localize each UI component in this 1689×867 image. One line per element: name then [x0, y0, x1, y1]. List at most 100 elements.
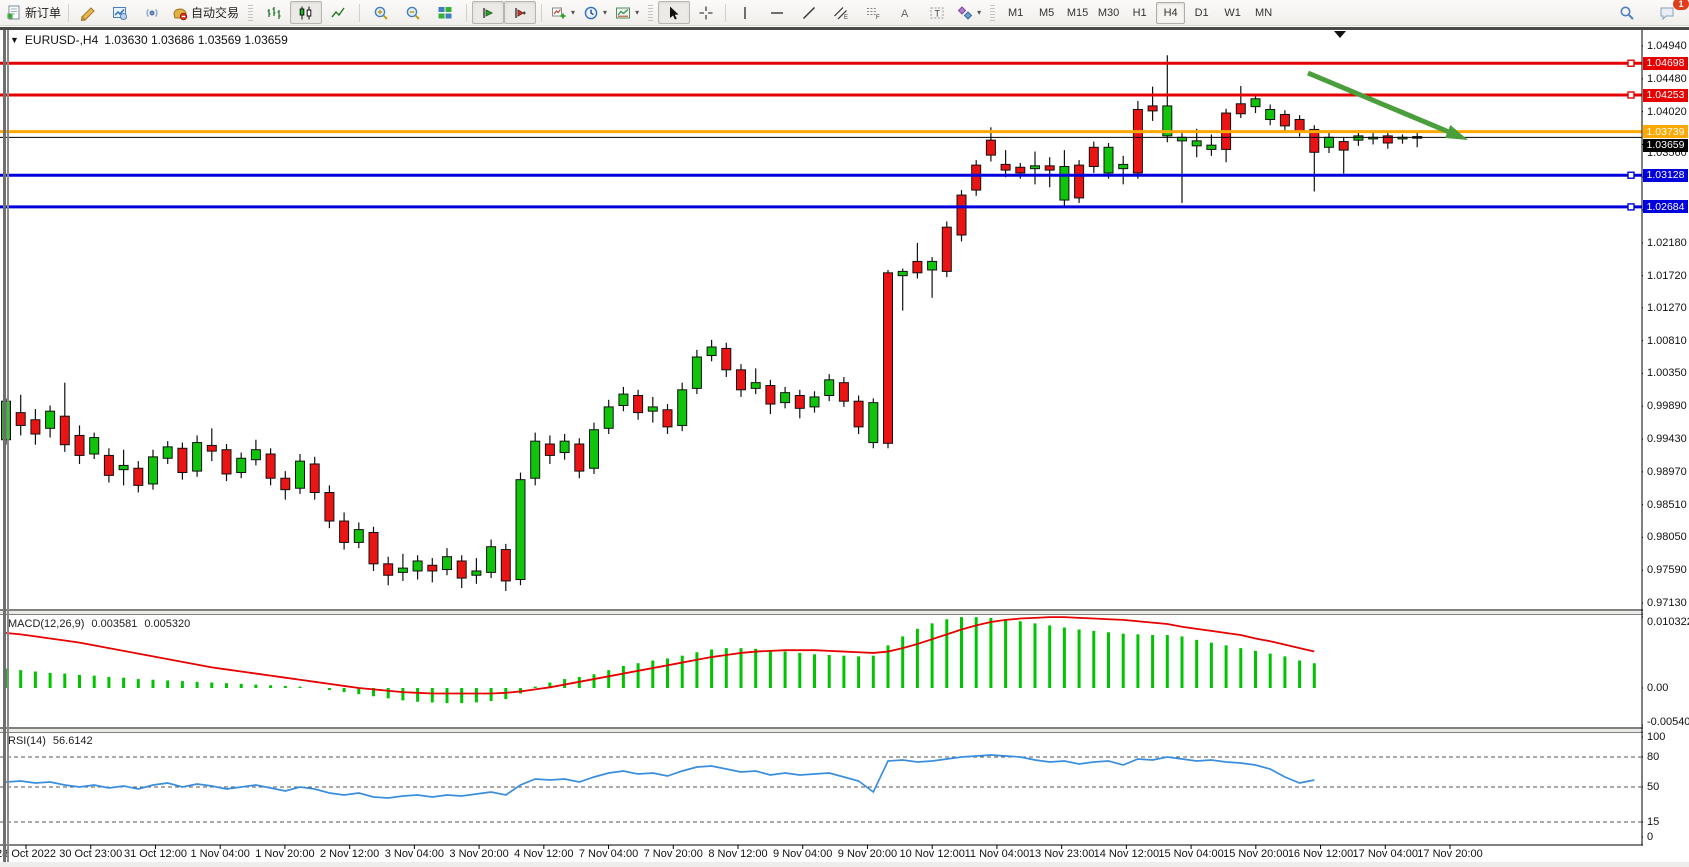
candlestick-chart-button[interactable]	[290, 1, 322, 24]
timeframe-button-M1[interactable]: M1	[1001, 2, 1030, 24]
search-button[interactable]	[1611, 1, 1643, 24]
chart-shift-marker[interactable]	[1334, 31, 1346, 38]
macd-signal-value: 0.005320	[144, 618, 190, 630]
rsi-name: RSI(14)	[8, 735, 46, 747]
group-handle[interactable]	[648, 5, 653, 21]
rsi-value: 56.6142	[53, 735, 93, 747]
signals-button[interactable]	[136, 1, 168, 24]
chart-dropdown-icon[interactable]: ▼	[10, 35, 19, 45]
line-handle	[1628, 92, 1634, 98]
time-axis-label: 2 Nov 12:00	[320, 848, 379, 860]
cursor-button[interactable]	[658, 1, 690, 24]
add-indicator-icon	[551, 5, 567, 21]
group-handle[interactable]	[990, 5, 995, 21]
crosshair-button[interactable]	[690, 1, 722, 24]
chat-bubble-icon	[1659, 5, 1675, 21]
price-axis[interactable]: 1.049401.044801.040201.035601.031001.026…	[1643, 30, 1689, 862]
timeframe-button-MN[interactable]: MN	[1249, 2, 1278, 24]
shapes-icon	[957, 5, 973, 21]
price-tick-label: 1.04020	[1647, 106, 1687, 118]
timeframe-button-M5[interactable]: M5	[1032, 2, 1061, 24]
time-axis-label: 9 Nov 04:00	[773, 848, 832, 860]
group-handle[interactable]	[248, 5, 253, 21]
macd-axis-label: -0.005408	[1647, 716, 1689, 728]
horizontal-lines-layer[interactable]	[0, 60, 1642, 210]
search-icon	[1619, 5, 1635, 21]
horizontal-line-icon	[769, 5, 785, 21]
trendline-button[interactable]	[793, 1, 825, 24]
time-axis-label: 11 Nov 04:00	[965, 848, 1030, 860]
indicators-button[interactable]: ▾	[547, 1, 579, 24]
dropdown-caret: ▾	[635, 8, 639, 17]
time-axis-label: 4 Nov 12:00	[514, 848, 573, 860]
vertical-line-button[interactable]	[729, 1, 761, 24]
fibonacci-button[interactable]: F	[857, 1, 889, 24]
new-order-button[interactable]: 新订单	[2, 1, 65, 24]
chart-type-group	[256, 0, 356, 25]
notifications-button[interactable]: 1	[1651, 1, 1683, 24]
separator	[466, 4, 467, 22]
bar-chart-button[interactable]	[258, 1, 290, 24]
chart-window-icon	[112, 5, 128, 21]
svg-text:T: T	[935, 8, 941, 18]
arrows-shapes-button[interactable]: ▾	[953, 1, 985, 24]
timeframe-button-D1[interactable]: D1	[1187, 2, 1216, 24]
notification-count-badge: 1	[1673, 0, 1689, 10]
price-level-badge-1.03739: 1.03739	[1643, 125, 1688, 138]
dropdown-caret: ▾	[571, 8, 575, 17]
rsi-axis-label: 50	[1647, 781, 1659, 793]
zoom-out-button[interactable]	[397, 1, 429, 24]
charts-button[interactable]	[104, 1, 136, 24]
separator	[359, 4, 360, 22]
broadcast-icon	[144, 5, 160, 21]
candlestick-chart-icon	[298, 5, 314, 21]
main-toolbar: 新订单	[0, 0, 1689, 26]
price-tick-label: 0.98050	[1647, 531, 1687, 543]
price-level-badge-1.02684: 1.02684	[1643, 200, 1688, 213]
price-tick-label: 0.99890	[1647, 400, 1687, 412]
time-axis-label: 3 Nov 20:00	[449, 848, 508, 860]
autotrading-button[interactable]: 自动交易	[168, 1, 243, 24]
zoom-out-icon	[405, 5, 421, 21]
price-chart-canvas[interactable]	[0, 0, 1689, 867]
time-axis-label: 13 Nov 23:00	[1029, 848, 1094, 860]
tile-windows-button[interactable]	[429, 1, 461, 24]
new-order-icon	[6, 5, 22, 21]
fibonacci-icon: F	[865, 5, 881, 21]
price-tick-label: 0.97590	[1647, 564, 1687, 576]
chart-window-left-edge-inner	[7, 30, 9, 862]
macd-axis-label: 0.010322	[1647, 616, 1689, 628]
templates-button[interactable]: ▾	[611, 1, 643, 24]
zoom-in-button[interactable]	[365, 1, 397, 24]
macd-signal-line	[6, 617, 1314, 693]
line-chart-button[interactable]	[322, 1, 354, 24]
crayon-button[interactable]	[72, 1, 104, 24]
autotrading-label: 自动交易	[191, 4, 239, 21]
timeframe-button-H1[interactable]: H1	[1125, 2, 1154, 24]
text-label-button[interactable]: T	[921, 1, 953, 24]
bar-chart-icon	[266, 5, 282, 21]
time-axis-label: 8 Nov 12:00	[708, 848, 767, 860]
macd-value: 0.003581	[91, 618, 137, 630]
price-level-badge-1.03128: 1.03128	[1643, 169, 1688, 182]
rsi-axis-label: 80	[1647, 751, 1659, 763]
trend-arrow[interactable]	[1308, 73, 1468, 140]
periods-button[interactable]: ▾	[579, 1, 611, 24]
line-handle	[1628, 60, 1634, 66]
zoom-group	[363, 0, 463, 25]
crayon-icon	[80, 5, 96, 21]
text-label-icon: T	[929, 5, 945, 21]
timeframe-button-W1[interactable]: W1	[1218, 2, 1247, 24]
text-button[interactable]: A	[889, 1, 921, 24]
chart-shift-icon	[512, 5, 528, 21]
equidistant-channel-button[interactable]: E	[825, 1, 857, 24]
auto-scroll-button[interactable]	[472, 1, 504, 24]
chart-shift-button[interactable]	[504, 1, 536, 24]
macd-layer	[6, 617, 1314, 703]
timeframe-button-M30[interactable]: M30	[1094, 2, 1123, 24]
timeframe-button-M15[interactable]: M15	[1063, 2, 1092, 24]
trendline-icon	[801, 5, 817, 21]
horizontal-line-button[interactable]	[761, 1, 793, 24]
price-tick-label: 1.01720	[1647, 270, 1687, 282]
timeframe-button-H4[interactable]: H4	[1156, 2, 1185, 24]
